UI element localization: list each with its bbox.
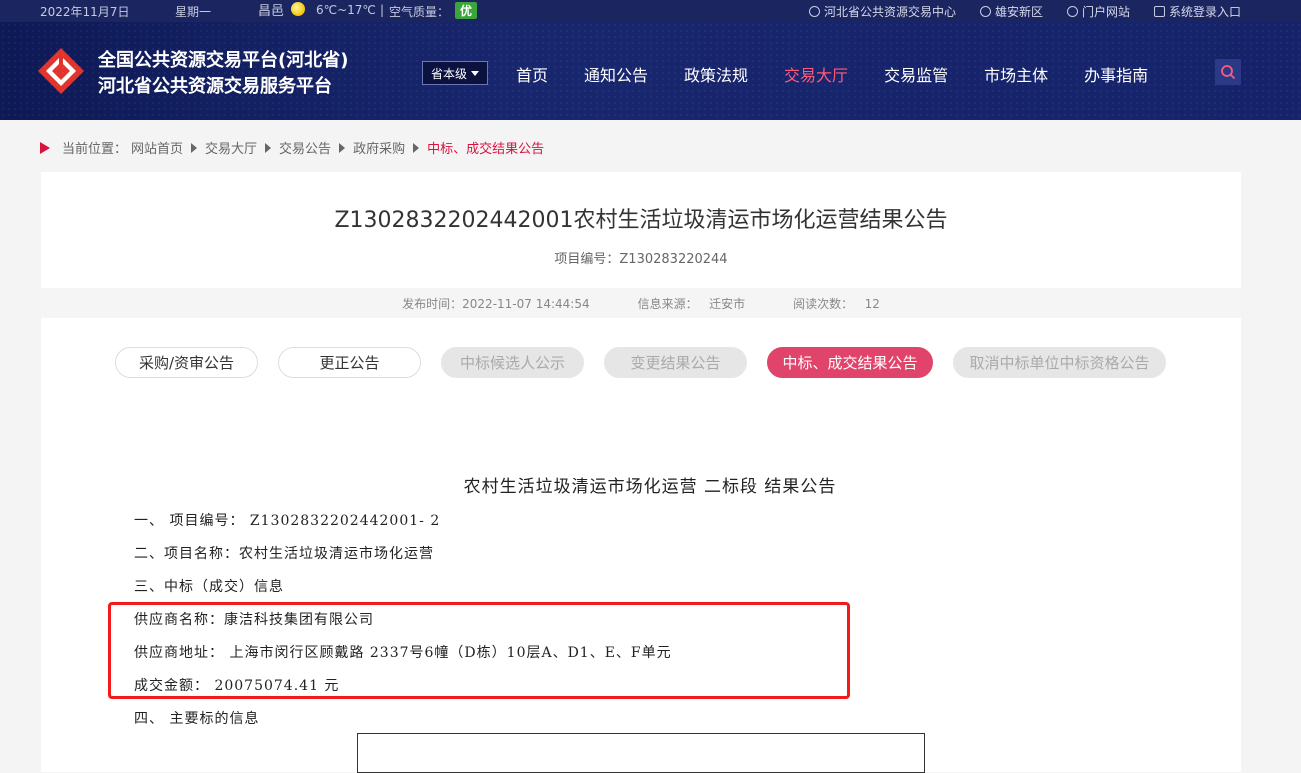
notice-meta: 发布时间：2022-11-07 14:44:54 信息来源： 迁安市 阅读次数：… (41, 288, 1241, 318)
main-nav: 首页 通知公告 政策法规 交易大厅 交易监管 市场主体 办事指南 (516, 62, 1184, 86)
nav-policies[interactable]: 政策法规 (684, 62, 748, 86)
top-info-bar: 2022年11月7日 星期一 昌邑 6℃~17℃ | 空气质量： 优 河北省公共… (0, 0, 1301, 22)
breadcrumb-trading-hall[interactable]: 交易大厅 (205, 138, 257, 157)
chevron-right-icon (413, 142, 420, 153)
location-arrow-icon (40, 141, 50, 154)
air-quality-label: 空气质量： (389, 5, 450, 19)
search-button[interactable] (1215, 59, 1241, 85)
breadcrumb-prefix: 当前位置： (62, 142, 128, 157)
tab-procurement-notice[interactable]: 采购/资审公告 (115, 347, 258, 378)
globe-icon (979, 6, 991, 17)
highlight-box (108, 602, 850, 699)
chevron-right-icon (339, 142, 346, 153)
notice-card: Z1302832202442001农村生活垃圾清运市场化运营结果公告 项目编号：… (41, 172, 1241, 773)
date-text: 2022年11月7日 (40, 5, 130, 19)
nav-supervision[interactable]: 交易监管 (884, 62, 948, 86)
breadcrumb-gov-procurement[interactable]: 政府采购 (353, 138, 405, 157)
nav-service-guide[interactable]: 办事指南 (1084, 62, 1148, 86)
divider: | (380, 3, 385, 17)
breadcrumb-home[interactable]: 网站首页 (131, 138, 183, 157)
link-portal[interactable]: 门户网站 (1066, 3, 1130, 20)
view-count: 阅读次数： 12 (793, 296, 880, 311)
breadcrumb-current: 中标、成交结果公告 (427, 142, 545, 157)
tab-cancel-award: 取消中标单位中标资格公告 (953, 347, 1166, 378)
nav-home[interactable]: 首页 (516, 62, 548, 86)
brand-title: 全国公共资源交易平台(河北省) 河北省公共资源交易服务平台 (98, 50, 349, 97)
link-hebei-center[interactable]: 河北省公共资源交易中心 (808, 3, 956, 20)
site-header: 全国公共资源交易平台(河北省) 河北省公共资源交易服务平台 省本级 首页 通知公… (0, 22, 1301, 120)
link-xiongan[interactable]: 雄安新区 (979, 3, 1043, 20)
chevron-down-icon (471, 70, 479, 76)
platform-logo-icon (38, 48, 84, 94)
search-icon (1221, 65, 1236, 80)
doc-line-award-info: 三、中标（成交）信息 (134, 579, 284, 595)
chevron-right-icon (265, 142, 272, 153)
items-table (357, 733, 925, 773)
weekday-text: 星期一 (175, 5, 212, 19)
temperature-text: 6℃~17℃ (316, 3, 376, 17)
city-text: 昌邑 (258, 4, 285, 19)
link-system-login[interactable]: 系统登录入口 (1153, 3, 1241, 20)
notice-tabs: 采购/资审公告 更正公告 中标候选人公示 变更结果公告 中标、成交结果公告 取消… (115, 347, 1166, 378)
sun-icon (291, 2, 305, 16)
doc-line-project-name: 二、项目名称：农村生活垃圾清运市场化运营 (134, 546, 434, 562)
doc-line-project-no: 一、 项目编号： Z1302832202442001- 2 (134, 513, 441, 529)
info-source: 信息来源： 迁安市 (637, 296, 746, 311)
nav-notices[interactable]: 通知公告 (584, 62, 648, 86)
level-select[interactable]: 省本级 (422, 61, 488, 85)
tab-candidate-publicity: 中标候选人公示 (441, 347, 584, 378)
globe-icon (808, 6, 820, 17)
tab-award-result[interactable]: 中标、成交结果公告 (767, 347, 933, 378)
publish-time: 发布时间：2022-11-07 14:44:54 (402, 296, 590, 311)
nav-market-entities[interactable]: 市场主体 (984, 62, 1048, 86)
globe-icon (1066, 6, 1078, 17)
page-title: Z1302832202442001农村生活垃圾清运市场化运营结果公告 (334, 208, 948, 233)
tab-change-result: 变更结果公告 (604, 347, 747, 378)
chevron-right-icon (191, 142, 198, 153)
top-links: 河北省公共资源交易中心 雄安新区 门户网站 系统登录入口 (808, 3, 1241, 20)
chart-icon (1153, 6, 1165, 17)
doc-line-main-items: 四、 主要标的信息 (134, 711, 260, 727)
breadcrumb: 当前位置： 网站首页 交易大厅 交易公告 政府采购 中标、成交结果公告 (40, 138, 544, 157)
air-quality-badge: 优 (455, 2, 478, 19)
document-heading: 农村生活垃圾清运市场化运营 二标段 结果公告 (463, 477, 837, 497)
project-number: 项目编号：Z130283220244 (554, 252, 728, 267)
nav-trading-hall[interactable]: 交易大厅 (784, 62, 848, 86)
tab-correction-notice[interactable]: 更正公告 (278, 347, 421, 378)
breadcrumb-announcements[interactable]: 交易公告 (279, 138, 331, 157)
